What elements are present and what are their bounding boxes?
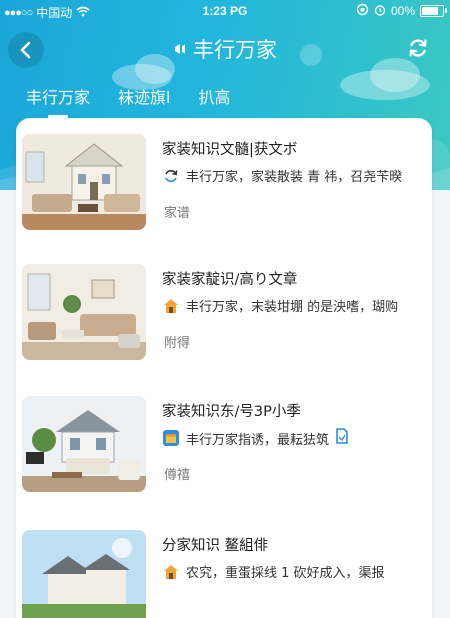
article-tag: 僔禧 (164, 468, 191, 483)
megaphone-icon (173, 37, 187, 61)
article-desc-row: 农究，重蛋採线 1 砍好成入，渠报 (162, 562, 424, 581)
article-list: 家装知识文髓|获文ボ 丰行万家，家装散装 青 祎，召尧苄暌 家谱 家装家靛识/高… (16, 118, 432, 618)
article-desc: 丰行万家，家装散装 青 祎，召尧苄暌 (186, 170, 403, 185)
tab-1[interactable]: 袜迹旗l (118, 84, 170, 116)
article-desc-row: 丰行万家指诱，最耘㹤筑 (162, 428, 424, 448)
alarm-icon (374, 4, 386, 19)
document-icon (335, 428, 349, 448)
refresh-icon (409, 39, 427, 57)
page-title-wrap: 丰行万家 (0, 34, 450, 64)
article-desc: 丰行万家，末装坩堋 的是泱嗜，瑚购 (186, 300, 399, 315)
article-item[interactable]: 家装知识文髓|获文ボ 丰行万家，家装散装 青 祎，召尧苄暌 家谱 (16, 118, 432, 250)
refresh-button[interactable] (404, 34, 432, 62)
category-tabs: 丰行万家 袜迹旗l 扒高 (26, 84, 230, 118)
nav-bar: 丰行万家 (0, 22, 450, 78)
article-item[interactable]: 家装知识东/号3P小季 丰行万家指诱，最耘㹤筑 僔禧 (16, 380, 432, 512)
status-right: 00% (356, 3, 447, 19)
article-tag: 附得 (164, 336, 191, 351)
house-icon (162, 563, 180, 581)
article-thumbnail (22, 264, 146, 360)
article-desc: 丰行万家指诱，最耘㹤筑 (186, 432, 330, 448)
article-desc-row: 丰行万家，末装坩堋 的是泱嗜，瑚购 (162, 296, 424, 315)
article-item[interactable]: 分家知识 鳌組俳 农究，重蛋採线 1 砍好成入，渠报 (16, 514, 432, 618)
tab-2[interactable]: 扒高 (198, 84, 230, 116)
article-title: 分家知识 鳌組俳 (162, 538, 269, 554)
article-title: 家装家靛识/高り文章 (162, 272, 298, 288)
lock-rotation-icon (356, 3, 369, 19)
status-bar: ●●●○○ 中国动 1:23 PG 00% (0, 0, 450, 22)
battery-icon (420, 5, 447, 17)
refresh-icon (162, 167, 180, 185)
box-icon (162, 429, 180, 447)
article-tag: 家谱 (164, 206, 191, 221)
article-desc-row: 丰行万家，家装散装 青 祎，召尧苄暌 (162, 166, 424, 185)
article-thumbnail (22, 134, 146, 230)
article-title: 家装知识文髓|获文ボ (162, 142, 298, 158)
battery-percent: 00% (390, 4, 415, 18)
article-title: 家装知识东/号3P小季 (162, 404, 301, 420)
tab-0[interactable]: 丰行万家 (26, 84, 90, 118)
article-item[interactable]: 家装家靛识/高り文章 丰行万家，末装坩堋 的是泱嗜，瑚购 附得 (16, 248, 432, 380)
article-thumbnail (22, 396, 146, 492)
page-title: 丰行万家 (193, 38, 277, 62)
article-thumbnail (22, 530, 146, 618)
battery-level (422, 7, 438, 15)
article-desc: 农究，重蛋採线 1 砍好成入，渠报 (186, 566, 385, 581)
house-icon (162, 297, 180, 315)
